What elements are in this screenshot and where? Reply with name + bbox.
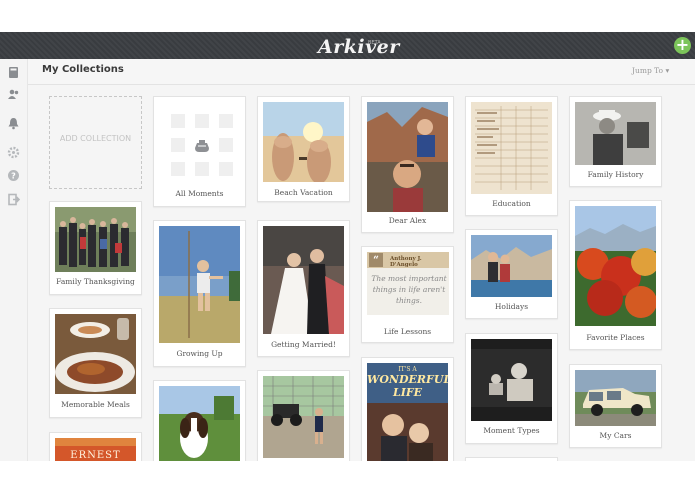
collection-title: Favorite Places (586, 333, 645, 342)
collection-card-memorable-meals[interactable]: Memorable Meals (49, 308, 142, 418)
family-history-photo (575, 102, 656, 165)
collection-title: Education (492, 199, 531, 208)
collection-card-family-thanksgiving[interactable]: Family Thanksgiving (49, 201, 142, 295)
collection-title: Getting Married! (271, 340, 336, 349)
book-icon[interactable] (7, 66, 20, 79)
collection-card-life-lessons[interactable]: “ Anthony J. D'Angelo The most important… (361, 246, 454, 343)
moment-types-photo (471, 339, 552, 421)
people-icon[interactable] (7, 88, 20, 101)
wonderful-life-poster: IT'S A WONDERFUL LIFE (367, 363, 448, 468)
quote-text: The most important things in life aren't… (371, 274, 447, 305)
bell-icon[interactable] (7, 117, 20, 130)
collection-title: Family Thanksgiving (56, 277, 135, 286)
logout-icon[interactable] (7, 193, 20, 206)
collection-title: All Moments (175, 189, 224, 198)
getting-married-photo (263, 226, 344, 334)
add-collection-card[interactable]: ADD COLLECTION (49, 96, 142, 189)
collection-card-family-history[interactable]: Family History (569, 96, 662, 187)
collection-title: Family History (587, 170, 644, 179)
collection-title: Life Lessons (383, 327, 432, 336)
bottom-strip (0, 461, 695, 494)
sidebar: ? (0, 59, 28, 461)
collection-title: Beach Vacation (274, 188, 333, 197)
poster-line-2: WONDERFUL (367, 373, 448, 386)
education-photo (471, 102, 552, 194)
collection-card-dear-alex[interactable]: Dear Alex (361, 96, 454, 233)
collection-card-growing-up[interactable]: Growing Up (153, 220, 246, 367)
help-icon[interactable]: ? (7, 169, 20, 182)
add-button[interactable]: + (674, 37, 691, 54)
collection-card-education[interactable]: Education (465, 96, 558, 216)
collection-card-four-wheeler[interactable] (257, 370, 350, 464)
holidays-photo (471, 235, 552, 297)
collection-title: Growing Up (176, 349, 223, 358)
jump-to-dropdown[interactable]: Jump To ▾ (632, 66, 669, 75)
book-cover-text: ERNEST (70, 450, 121, 461)
all-moments-grid-icon (159, 102, 240, 182)
favorite-places-photo (575, 206, 656, 326)
beach-vacation-photo (263, 102, 344, 182)
collection-card-dog[interactable] (153, 380, 246, 474)
poster-line-1: IT'S A (398, 366, 417, 373)
memorable-meals-photo (55, 314, 136, 394)
growing-up-photo (159, 226, 240, 343)
collection-card-wonderful-life[interactable]: IT'S A WONDERFUL LIFE (361, 357, 454, 474)
gear-icon[interactable] (7, 146, 20, 159)
collection-title: Dear Alex (388, 216, 427, 225)
collection-card-holidays[interactable]: Holidays (465, 229, 558, 319)
quote-card: “ Anthony J. D'Angelo The most important… (367, 252, 449, 315)
collection-card-beach-vacation[interactable]: Beach Vacation (257, 96, 350, 202)
sub-header (28, 59, 695, 85)
svg-text:?: ? (11, 172, 16, 181)
collection-title: Memorable Meals (61, 400, 130, 409)
quote-mark-icon: “ (369, 253, 383, 267)
collection-title: Moment Types (483, 426, 540, 435)
collection-title: My Cars (599, 431, 632, 440)
dear-alex-photo (367, 102, 448, 212)
collection-card-my-cars[interactable]: My Cars (569, 364, 662, 448)
quote-author: Anthony J. D'Angelo (390, 256, 422, 268)
collection-card-all-moments[interactable]: All Moments (153, 96, 246, 207)
dog-photo (159, 386, 240, 468)
poster-line-3: LIFE (392, 386, 423, 399)
collection-card-moment-types[interactable]: Moment Types (465, 333, 558, 444)
page-title: My Collections (42, 64, 124, 75)
add-collection-label: ADD COLLECTION (59, 134, 132, 143)
collection-card-getting-married[interactable]: Getting Married! (257, 220, 350, 357)
collection-card-favorite-places[interactable]: Favorite Places (569, 200, 662, 350)
collection-title: Holidays (494, 302, 529, 311)
beta-badge: BETA (368, 40, 381, 46)
my-cars-photo (575, 370, 656, 426)
app-logo[interactable]: Arkiver (318, 36, 400, 58)
family-thanksgiving-photo (55, 207, 136, 272)
four-wheeler-photo (263, 376, 344, 458)
